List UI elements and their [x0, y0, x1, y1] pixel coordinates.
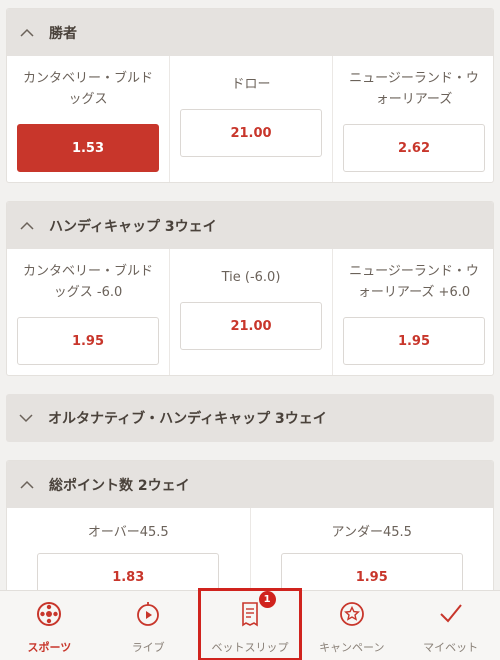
market-header[interactable]: ハンディキャップ 3ウェイ — [7, 202, 493, 249]
odds-button[interactable]: 21.00 — [180, 109, 322, 157]
nav-label: ベットスリップ — [211, 641, 289, 654]
market-alt-handicap-3way: オルタナティブ・ハンディキャップ 3ウェイ — [6, 394, 494, 442]
market-title: 勝者 — [49, 25, 77, 42]
nav-label: ライブ — [131, 641, 165, 654]
market-handicap-3way: ハンディキャップ 3ウェイ カンタベリー・ブルドッグス -6.0 1.95 Ti… — [6, 201, 494, 376]
selection-cell: ニュージーランド・ウォーリアーズ 2.62 — [333, 56, 493, 182]
chevron-up-icon — [19, 25, 35, 41]
nav-betslip[interactable]: 1 ベットスリップ — [197, 588, 303, 660]
selection-cell: カンタベリー・ブルドッグス -6.0 1.95 — [7, 249, 170, 375]
selection-name: Tie (-6.0) — [221, 270, 281, 285]
selection-name: オーバー45.5 — [87, 525, 169, 540]
odds-button[interactable]: 1.53 — [17, 124, 159, 172]
nav-live[interactable]: ライブ — [99, 591, 198, 660]
odds-button[interactable]: 1.95 — [343, 317, 485, 365]
nav-sports[interactable]: スポーツ — [0, 591, 99, 660]
bottom-nav: スポーツ ライブ 1 ベットスリップ キャンペーン マイベット — [0, 588, 500, 660]
nav-mybets[interactable]: マイベット — [401, 591, 500, 660]
selection-cell: Tie (-6.0) 21.00 — [170, 249, 333, 375]
nav-label: マイベット — [423, 641, 479, 654]
odds-button[interactable]: 1.95 — [17, 317, 159, 365]
markets-list: 勝者 カンタベリー・ブルドッグス 1.53 ドロー 21.00 ニュージーランド… — [6, 8, 494, 637]
selection-name: ニュージーランド・ウォーリアーズ +6.0 — [349, 264, 479, 300]
nav-label: キャンペーン — [319, 641, 385, 654]
chevron-up-icon — [19, 477, 35, 493]
market-header[interactable]: 勝者 — [7, 9, 493, 56]
star-badge-icon — [339, 601, 365, 631]
selection-cell: カンタベリー・ブルドッグス 1.53 — [7, 56, 170, 182]
selection-cell: ドロー 21.00 — [170, 56, 333, 182]
selection-name: ドロー — [231, 77, 271, 92]
market-title: 総ポイント数 2ウェイ — [49, 477, 190, 494]
selection-name: カンタベリー・ブルドッグス — [22, 71, 153, 107]
nav-campaign[interactable]: キャンペーン — [302, 591, 401, 660]
selection-name: アンダー45.5 — [331, 525, 412, 540]
market-title: オルタナティブ・ハンディキャップ 3ウェイ — [48, 411, 327, 427]
selection-name: ニュージーランド・ウォーリアーズ — [349, 71, 479, 107]
checkmark-icon — [438, 601, 464, 631]
receipt-icon — [237, 601, 263, 631]
market-title: ハンディキャップ 3ウェイ — [49, 218, 217, 235]
nav-label: スポーツ — [27, 641, 72, 654]
sports-ball-icon — [36, 601, 62, 631]
odds-button[interactable]: 21.00 — [180, 302, 322, 350]
betslip-count-badge: 1 — [258, 591, 276, 608]
chevron-down-icon — [18, 410, 34, 426]
selection-name: カンタベリー・ブルドッグス -6.0 — [22, 264, 153, 300]
selection-cell: ニュージーランド・ウォーリアーズ +6.0 1.95 — [333, 249, 493, 375]
market-header[interactable]: 総ポイント数 2ウェイ — [7, 461, 493, 508]
chevron-up-icon — [19, 218, 35, 234]
market-winner: 勝者 カンタベリー・ブルドッグス 1.53 ドロー 21.00 ニュージーランド… — [6, 8, 494, 183]
market-header[interactable]: オルタナティブ・ハンディキャップ 3ウェイ — [6, 394, 494, 442]
stopwatch-icon — [135, 601, 161, 631]
odds-button[interactable]: 2.62 — [343, 124, 485, 172]
